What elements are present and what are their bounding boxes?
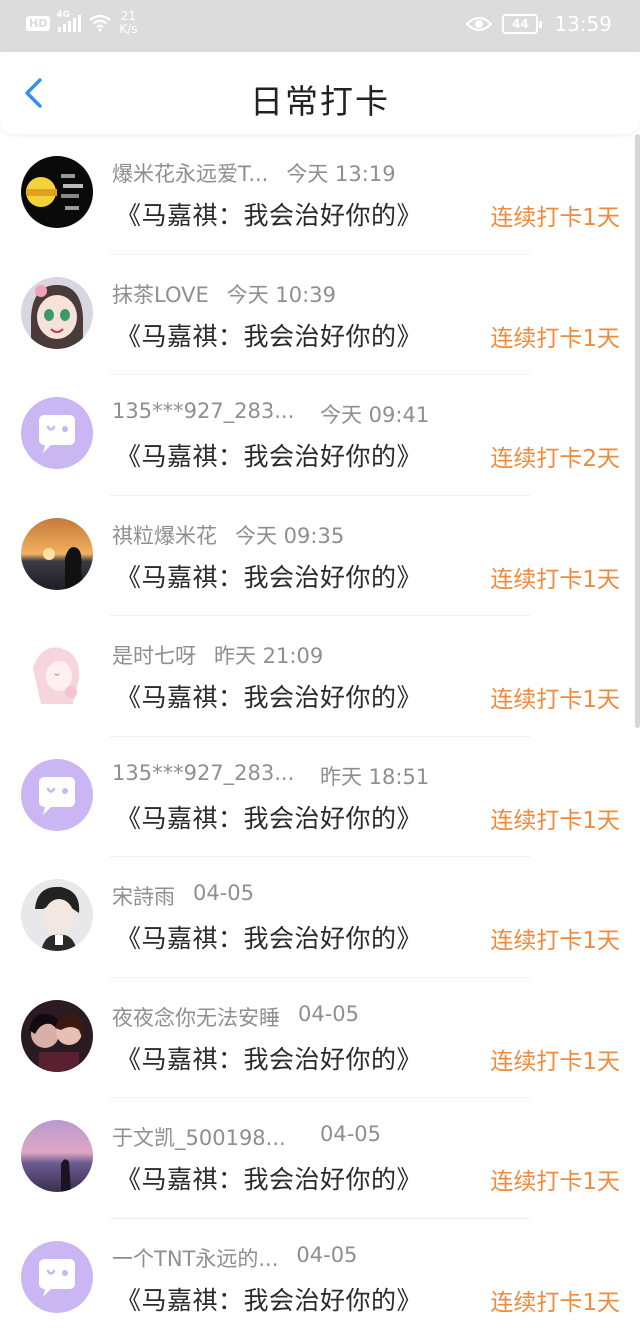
streak-label: 连续打卡1天 — [490, 566, 620, 593]
signal-icon: 4G — [56, 10, 82, 32]
book-title[interactable]: 《马嘉祺：我会治好你的》 — [116, 1040, 422, 1076]
user-name[interactable]: 祺粒爆米花 — [112, 520, 217, 550]
page-title: 日常打卡 — [250, 82, 390, 121]
status-bar: HD 4G 21 K/s 44 13:59 — [0, 0, 640, 52]
user-name[interactable]: 于文凯_500198... — [112, 1122, 286, 1152]
list-item[interactable]: 是时七呀 昨天 21:09 《马嘉祺：我会治好你的》 连续打卡1天 — [0, 616, 640, 737]
scrollbar[interactable] — [635, 134, 640, 728]
list-item[interactable]: 一个TNT永远的... 04-05 《马嘉祺：我会治好你的》 连续打卡1天 — [0, 1219, 640, 1330]
status-bar-right: 44 13:59 — [466, 12, 612, 36]
checkin-time: 04-05 — [320, 1122, 382, 1146]
list-item[interactable]: 宋詩雨 04-05 《马嘉祺：我会治好你的》 连续打卡1天 — [0, 857, 640, 978]
checkin-list: 爆米花永远爱T... 今天 13:19 《马嘉祺：我会治好你的》 连续打卡1天 … — [0, 134, 640, 1330]
checkin-time: 昨天 21:09 — [214, 644, 324, 668]
streak-label: 连续打卡1天 — [490, 807, 620, 834]
speed-unit: K/s — [119, 22, 138, 36]
avatar[interactable] — [21, 1240, 93, 1313]
checkin-time: 今天 10:39 — [226, 282, 336, 307]
avatar[interactable] — [21, 397, 93, 469]
book-title[interactable]: 《马嘉祺：我会治好你的》 — [116, 919, 422, 955]
book-title[interactable]: 《马嘉祺：我会治好你的》 — [116, 558, 422, 594]
list-item[interactable]: 夜夜念你无法安睡 04-05 《马嘉祺：我会治好你的》 连续打卡1天 — [0, 978, 640, 1098]
avatar[interactable] — [21, 999, 93, 1072]
checkin-time: 04-05 — [298, 1001, 360, 1026]
avatar[interactable] — [21, 517, 93, 590]
user-name[interactable]: 135***927_283... — [112, 399, 294, 423]
user-name[interactable]: 抹茶LOVE — [112, 279, 209, 309]
list-item[interactable]: 于文凯_500198... 04-05 《马嘉祺：我会治好你的》 连续打卡1天 — [0, 1098, 640, 1219]
streak-label: 连续打卡1天 — [490, 1048, 620, 1075]
avatar[interactable] — [21, 276, 93, 349]
battery-icon: 44 — [502, 14, 543, 34]
checkin-time: 昨天 18:51 — [320, 764, 430, 789]
network-speed: 21 K/s — [119, 10, 137, 36]
user-name[interactable]: 是时七呀 — [112, 640, 196, 670]
book-title[interactable]: 《马嘉祺：我会治好你的》 — [116, 799, 422, 835]
user-name[interactable]: 夜夜念你无法安睡 — [112, 1002, 280, 1032]
streak-label: 连续打卡2天 — [490, 446, 620, 472]
user-name[interactable]: 135***927_283... — [112, 761, 294, 785]
streak-label: 连续打卡1天 — [490, 928, 620, 954]
streak-label: 连续打卡1天 — [490, 687, 620, 713]
list-item[interactable]: 135***927_283... 昨天 18:51 《马嘉祺：我会治好你的》 连… — [0, 737, 640, 857]
avatar[interactable] — [21, 638, 93, 710]
clock: 13:59 — [554, 12, 612, 36]
checkin-time: 04-05 — [296, 1242, 358, 1267]
book-title[interactable]: 《马嘉祺：我会治好你的》 — [116, 1160, 422, 1196]
avatar[interactable] — [21, 1120, 93, 1192]
status-bar-left: HD 4G 21 K/s — [26, 10, 138, 36]
hd-badge: HD — [26, 15, 51, 31]
eye-comfort-icon — [466, 17, 493, 31]
wifi-icon — [89, 14, 112, 32]
book-title[interactable]: 《马嘉祺：我会治好你的》 — [116, 437, 422, 473]
checkin-time: 今天 09:35 — [235, 523, 345, 548]
avatar[interactable] — [21, 156, 93, 228]
user-name[interactable]: 爆米花永远爱T... — [112, 158, 268, 188]
streak-label: 连续打卡1天 — [490, 1289, 620, 1316]
list-item[interactable]: 135***927_283... 今天 09:41 《马嘉祺：我会治好你的》 连… — [0, 375, 640, 496]
list-item[interactable]: 抹茶LOVE 今天 10:39 《马嘉祺：我会治好你的》 连续打卡1天 — [0, 255, 640, 375]
checkin-time: 今天 13:19 — [286, 162, 396, 186]
book-title[interactable]: 《马嘉祺：我会治好你的》 — [116, 1281, 422, 1317]
list-item[interactable]: 爆米花永远爱T... 今天 13:19 《马嘉祺：我会治好你的》 连续打卡1天 — [0, 134, 640, 255]
streak-label: 连续打卡1天 — [490, 205, 620, 231]
book-title[interactable]: 《马嘉祺：我会治好你的》 — [116, 196, 422, 232]
battery-level: 44 — [512, 17, 529, 31]
checkin-time: 04-05 — [193, 881, 255, 905]
list-item[interactable]: 祺粒爆米花 今天 09:35 《马嘉祺：我会治好你的》 连续打卡1天 — [0, 496, 640, 616]
streak-label: 连续打卡1天 — [490, 325, 620, 352]
streak-label: 连续打卡1天 — [490, 1169, 620, 1195]
checkin-time: 今天 09:41 — [320, 403, 430, 427]
book-title[interactable]: 《马嘉祺：我会治好你的》 — [116, 317, 422, 353]
avatar[interactable] — [21, 879, 93, 951]
network-type: 4G — [56, 10, 70, 20]
book-title[interactable]: 《马嘉祺：我会治好你的》 — [116, 678, 422, 714]
avatar[interactable] — [21, 758, 93, 831]
user-name[interactable]: 一个TNT永远的... — [112, 1243, 278, 1273]
nav-header: 日常打卡 — [0, 52, 640, 134]
user-name[interactable]: 宋詩雨 — [112, 881, 175, 911]
